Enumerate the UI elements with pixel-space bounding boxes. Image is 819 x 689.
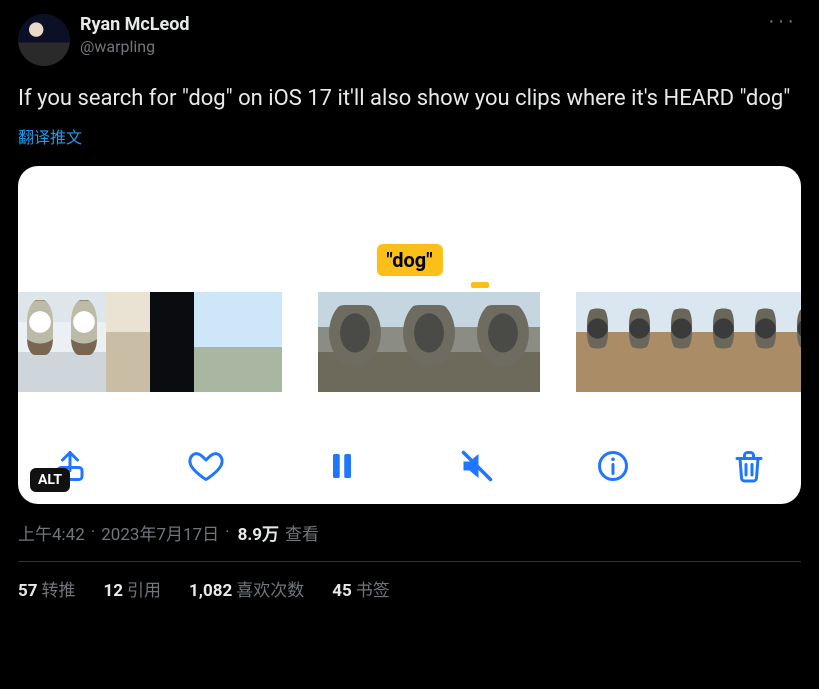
clip-frame <box>18 292 62 392</box>
clip-frame <box>618 292 660 392</box>
tweet-meta: 上午4:42 · 2023年7月17日 · 8.9万 查看 <box>18 520 801 545</box>
media-toolbar <box>18 448 801 484</box>
stats-row: 57转推 12引用 1,082喜欢次数 45书签 <box>18 576 801 601</box>
alt-badge[interactable]: ALT <box>30 468 70 492</box>
clip-frame <box>660 292 702 392</box>
meta-dot: · <box>91 522 95 542</box>
avatar[interactable] <box>18 14 70 66</box>
media-top-whitespace: "dog" <box>18 166 801 282</box>
tweet-date[interactable]: 2023年7月17日 <box>101 520 219 545</box>
quotes-label: 引用 <box>127 581 161 601</box>
clip-thumbnail-group[interactable] <box>18 292 282 392</box>
clip-frame <box>744 292 786 392</box>
clip-frame <box>786 292 801 392</box>
tweet-header: Ryan McLeod @warpling ··· <box>18 14 801 66</box>
media-card[interactable]: "dog" <box>18 166 801 504</box>
clip-frame <box>318 292 392 392</box>
retweets-label: 转推 <box>42 581 76 601</box>
clip-frame <box>576 292 618 392</box>
speaker-muted-icon <box>459 448 495 484</box>
divider <box>18 561 801 562</box>
heart-icon <box>188 448 224 484</box>
bookmarks-label: 书签 <box>356 581 390 601</box>
quotes-stat[interactable]: 12引用 <box>104 576 162 601</box>
views-label: 查看 <box>285 520 319 545</box>
clip-frame <box>62 292 106 392</box>
tweet-time[interactable]: 上午4:42 <box>18 520 85 545</box>
more-button[interactable]: ··· <box>768 10 797 33</box>
clip-frame <box>702 292 744 392</box>
likes-stat[interactable]: 1,082喜欢次数 <box>189 576 304 601</box>
author-names[interactable]: Ryan McLeod @warpling <box>80 14 190 57</box>
tweet-container: Ryan McLeod @warpling ··· If you search … <box>0 0 819 601</box>
like-button[interactable] <box>188 448 224 484</box>
bookmarks-stat[interactable]: 45书签 <box>332 576 390 601</box>
info-icon <box>595 448 631 484</box>
clip-frame <box>106 292 150 392</box>
clip-frame <box>238 292 282 392</box>
likes-label: 喜欢次数 <box>236 581 304 601</box>
likes-count: 1,082 <box>189 581 232 601</box>
caption-marker <box>471 282 489 288</box>
clip-thumbnail-group[interactable] <box>576 292 801 392</box>
meta-dot: · <box>225 522 229 542</box>
pause-icon <box>324 448 360 484</box>
mute-button[interactable] <box>459 448 495 484</box>
video-timeline[interactable] <box>18 292 801 392</box>
handle: @warpling <box>80 37 190 57</box>
quotes-count: 12 <box>104 581 124 601</box>
translate-link[interactable]: 翻译推文 <box>18 124 82 148</box>
pause-button[interactable] <box>324 448 360 484</box>
caption-pill: "dog" <box>376 244 442 276</box>
retweets-stat[interactable]: 57转推 <box>18 576 76 601</box>
delete-button[interactable] <box>731 448 767 484</box>
bookmarks-count: 45 <box>332 581 352 601</box>
clip-frame <box>194 292 238 392</box>
clip-frame <box>392 292 466 392</box>
trash-icon <box>731 448 767 484</box>
retweets-count: 57 <box>18 581 38 601</box>
info-button[interactable] <box>595 448 631 484</box>
display-name: Ryan McLeod <box>80 14 190 37</box>
clip-frame <box>150 292 194 392</box>
tweet-text: If you search for "dog" on iOS 17 it'll … <box>18 84 801 114</box>
clip-thumbnail-group[interactable] <box>318 292 540 392</box>
views-count: 8.9万 <box>238 520 279 545</box>
clip-frame <box>466 292 540 392</box>
